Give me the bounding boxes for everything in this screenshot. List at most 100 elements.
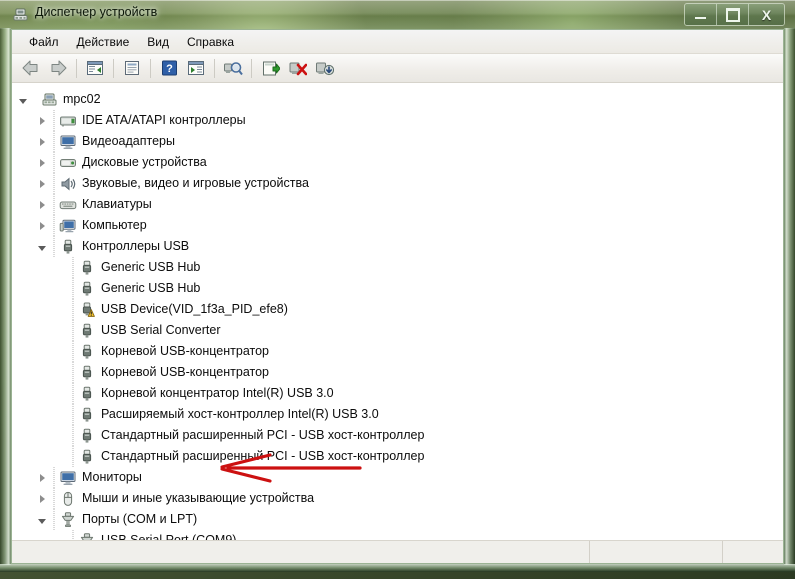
device-manager-window: Диспетчер устройств X Файл Действие Вид …	[0, 0, 795, 572]
disable-device-button[interactable]	[284, 56, 310, 81]
tree-connector-line	[68, 530, 78, 540]
port-icon-wrap	[59, 511, 77, 529]
show-hide-console-tree-button[interactable]	[82, 56, 108, 81]
maximize-button[interactable]	[717, 4, 749, 25]
tree-connector-line	[49, 110, 59, 131]
tree-node-label: Generic USB Hub	[101, 260, 201, 274]
close-icon: X	[761, 6, 772, 23]
tree-node[interactable]: Порты (COM и LPT)	[12, 509, 783, 530]
computer-icon	[59, 219, 76, 232]
usb-icon-wrap	[78, 322, 96, 340]
uninstall-device-button[interactable]	[311, 56, 337, 81]
tree-node-label: Корневой USB-концентратор	[101, 365, 269, 379]
collapse-triangle-icon[interactable]	[35, 236, 49, 257]
usb-icon-wrap	[78, 385, 96, 403]
expand-triangle-icon[interactable]	[35, 467, 49, 488]
tree-node[interactable]: Стандартный расширенный PCI - USB хост-к…	[12, 446, 783, 467]
minimize-button[interactable]	[685, 4, 717, 25]
tree-connector-line	[49, 236, 59, 257]
expand-triangle-icon[interactable]	[35, 215, 49, 236]
tree-node[interactable]: Клавиатуры	[12, 194, 783, 215]
tree-node[interactable]: Корневой концентратор Intel(R) USB 3.0	[12, 383, 783, 404]
tree-node[interactable]: IDE ATA/ATAPI контроллеры	[12, 110, 783, 131]
computer-root-icon	[42, 93, 57, 105]
title-bar[interactable]: Диспетчер устройств X	[0, 0, 795, 29]
uninstall-device-icon	[315, 62, 334, 75]
menu-file[interactable]: Файл	[20, 33, 68, 51]
tree-node[interactable]: Звуковые, видео и игровые устройства	[12, 173, 783, 194]
tree-node[interactable]: Видеоадаптеры	[12, 131, 783, 152]
tree-connector-line	[68, 320, 78, 341]
tree-node-label: IDE ATA/ATAPI контроллеры	[82, 113, 246, 127]
expand-triangle-icon[interactable]	[35, 488, 49, 509]
disable-device-icon	[289, 62, 307, 75]
tree-connector-line	[68, 362, 78, 383]
tree-node[interactable]: Дисковые устройства	[12, 152, 783, 173]
tree-node-label: Компьютер	[82, 218, 147, 232]
tree-node-label: mpc02	[63, 92, 101, 106]
tree-connector-line	[49, 152, 59, 173]
usb-icon	[82, 323, 92, 338]
device-tree[interactable]: mpc02 IDE ATA/ATAPI контроллеры Видеоада…	[12, 83, 783, 540]
tree-node[interactable]: Корневой USB-концентратор	[12, 362, 783, 383]
toolbar-separator	[251, 58, 252, 78]
tree-node[interactable]: mpc02	[12, 89, 783, 110]
tree-node[interactable]: USB Serial Converter	[12, 320, 783, 341]
tree-node-label: Звуковые, видео и игровые устройства	[82, 176, 309, 190]
forward-button[interactable]	[45, 56, 71, 81]
sound-device-icon	[61, 177, 76, 190]
tree-node[interactable]: USB Serial Port (COM9)	[12, 530, 783, 540]
expand-triangle-icon[interactable]	[35, 131, 49, 152]
usb-icon	[82, 260, 92, 275]
menu-view[interactable]: Вид	[138, 33, 178, 51]
tree-node[interactable]: Generic USB Hub	[12, 278, 783, 299]
tree-connector-line	[49, 194, 59, 215]
tree-node-label: Контроллеры USB	[82, 239, 190, 253]
scan-hardware-changes-button[interactable]	[220, 56, 246, 81]
tree-node[interactable]: Контроллеры USB	[12, 236, 783, 257]
close-button[interactable]: X	[749, 4, 784, 25]
toolbar-separator	[113, 58, 114, 78]
tree-node[interactable]: Мониторы	[12, 467, 783, 488]
tree-node[interactable]: Generic USB Hub	[12, 257, 783, 278]
help-button[interactable]: ?	[156, 56, 182, 81]
usb-icon	[82, 344, 92, 359]
tree-node[interactable]: Компьютер	[12, 215, 783, 236]
console-tree-icon	[87, 61, 103, 75]
expand-triangle-icon[interactable]	[35, 173, 49, 194]
tree-node[interactable]: USB Device(VID_1f3a_PID_efe8)	[12, 299, 783, 320]
expand-triangle-icon[interactable]	[35, 110, 49, 131]
tree-connector-line	[68, 278, 78, 299]
usb-warning-icon-wrap	[78, 301, 96, 319]
tree-connector-line	[68, 446, 78, 467]
usb-icon-wrap	[78, 406, 96, 424]
expand-triangle-icon[interactable]	[35, 194, 49, 215]
tree-node[interactable]: Мыши и иные указывающие устройства	[12, 488, 783, 509]
properties-button[interactable]	[119, 56, 145, 81]
monitor-icon	[60, 471, 76, 485]
collapse-triangle-icon[interactable]	[16, 89, 30, 110]
menu-help[interactable]: Справка	[178, 33, 243, 51]
port-icon-wrap	[78, 532, 96, 540]
back-button[interactable]	[18, 56, 44, 81]
usb-icon	[82, 449, 92, 464]
window-frame-right	[784, 28, 795, 565]
update-driver-button[interactable]	[257, 56, 283, 81]
usb-icon-wrap	[78, 448, 96, 466]
show-hide-action-pane-button[interactable]	[183, 56, 209, 81]
tree-node[interactable]: Корневой USB-концентратор	[12, 341, 783, 362]
expand-triangle-icon[interactable]	[35, 152, 49, 173]
collapse-triangle-icon[interactable]	[35, 509, 49, 530]
tree-connector-line	[49, 488, 59, 509]
tree-connector-line	[68, 341, 78, 362]
tree-node[interactable]: Расширяемый хост-контроллер Intel(R) USB…	[12, 404, 783, 425]
tree-node[interactable]: Стандартный расширенный PCI - USB хост-к…	[12, 425, 783, 446]
tree-node-label: Клавиатуры	[82, 197, 152, 211]
port-icon	[61, 511, 75, 527]
tree-connector-line	[49, 467, 59, 488]
menu-action[interactable]: Действие	[68, 33, 139, 51]
usb-icon	[82, 365, 92, 380]
